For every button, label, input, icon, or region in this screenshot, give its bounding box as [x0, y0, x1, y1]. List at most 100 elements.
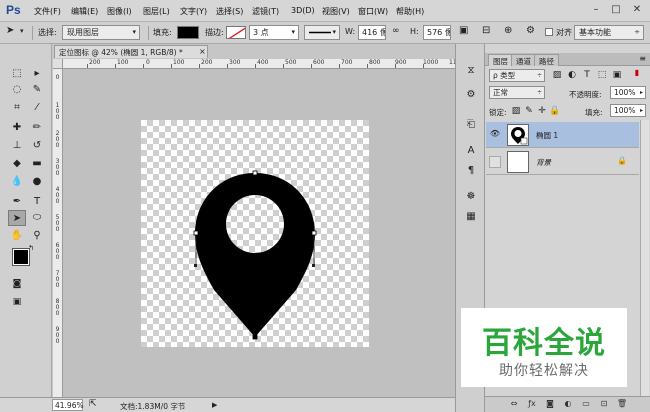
move-tool-icon[interactable]: ▸	[28, 66, 46, 82]
stroke-width-field[interactable]: 3 点 ▾	[249, 25, 299, 40]
close-tab-icon[interactable]: ×	[199, 47, 206, 56]
tab-paths[interactable]: 路径	[534, 54, 559, 66]
pen-tool-icon[interactable]: ✒	[8, 194, 26, 210]
eraser-tool-icon[interactable]: ◆	[8, 156, 26, 172]
marquee-tool-icon[interactable]: ⬚	[8, 66, 26, 82]
canvas-workspace[interactable]	[63, 69, 455, 397]
minimize-icon[interactable]: –	[586, 3, 606, 17]
filter-smart-object-icon[interactable]: ▣	[611, 70, 623, 80]
layer-name[interactable]: 背景	[536, 157, 551, 168]
fill-swatch[interactable]	[177, 26, 199, 39]
lock-all-icon[interactable]: 🔒	[549, 106, 561, 116]
layer-thumbnail[interactable]	[507, 151, 529, 173]
lock-position-icon[interactable]: ✛	[536, 106, 548, 116]
character-panel-icon[interactable]: A	[463, 144, 479, 158]
menu-window[interactable]: 窗口(W)	[358, 6, 388, 17]
filter-type-icon[interactable]: T	[581, 70, 593, 80]
layer-row-ellipse[interactable]: 👁 椭圆 1	[486, 122, 639, 148]
filter-shape-icon[interactable]: ⬚	[596, 70, 608, 80]
layer-style-icon[interactable]: ƒx	[525, 399, 539, 408]
tab-channels[interactable]: 通道	[511, 54, 536, 66]
tab-layers[interactable]: 图层	[488, 54, 513, 66]
menu-edit[interactable]: 编辑(E)	[71, 6, 98, 17]
filter-kind-dropdown[interactable]: ρ 类型 ÷	[489, 69, 545, 82]
clone-source-panel-icon[interactable]: ⎗	[463, 118, 479, 132]
brush-tool-icon[interactable]: ✏	[28, 120, 46, 136]
document-tab[interactable]: 定位图标 @ 42% (椭圆 1, RGB/8) *	[54, 45, 208, 58]
screen-mode-icon[interactable]: ▣	[8, 294, 26, 310]
menu-layer[interactable]: 图层(L)	[143, 6, 170, 17]
menu-image[interactable]: 图像(I)	[107, 6, 132, 17]
chevron-down-icon[interactable]: ▾	[20, 27, 24, 35]
path-align-icon[interactable]: ⊟	[482, 25, 490, 36]
quick-mask-icon[interactable]: ◙	[8, 276, 26, 292]
fill-field[interactable]: 100% ▸	[610, 104, 646, 117]
foreground-color-swatch[interactable]	[12, 248, 30, 266]
crop-tool-icon[interactable]: ⌗	[8, 100, 26, 116]
close-icon[interactable]: ✕	[627, 3, 647, 17]
menu-view[interactable]: 视图(V)	[322, 6, 350, 17]
settings-icon[interactable]: ⚙	[526, 25, 535, 36]
layer-name[interactable]: 椭圆 1	[536, 130, 558, 141]
ruler-corner[interactable]	[53, 59, 63, 69]
delete-layer-icon[interactable]: 🗑	[615, 399, 629, 408]
lasso-tool-icon[interactable]: ◌	[8, 82, 26, 98]
swatches-panel-icon[interactable]: ▦	[463, 210, 479, 224]
stroke-type-dropdown[interactable]: ▾	[304, 25, 340, 40]
gradient-tool-icon[interactable]: ▬	[28, 156, 46, 172]
horizontal-ruler[interactable]: 200 100 0 100 200 300 400 500 600 700 80…	[63, 59, 455, 69]
opacity-field[interactable]: 100% ▸	[610, 86, 646, 99]
history-panel-icon[interactable]: ⧖	[463, 64, 479, 78]
new-group-icon[interactable]: ▭	[579, 399, 593, 408]
blend-mode-dropdown[interactable]: 正常 ÷	[489, 86, 545, 99]
link-icon[interactable]: ∞	[392, 26, 400, 36]
quick-select-tool-icon[interactable]: ✎	[28, 82, 46, 98]
blur-tool-icon[interactable]: 💧	[8, 174, 26, 190]
align-edges-checkbox[interactable]	[545, 28, 553, 36]
lock-image-icon[interactable]: ✎	[523, 106, 535, 116]
stroke-swatch[interactable]	[226, 26, 246, 39]
document-info[interactable]: 文档:1.83M/0 字节	[120, 401, 185, 412]
visibility-toggle[interactable]	[489, 156, 501, 168]
lock-transparent-icon[interactable]: ▨	[510, 106, 522, 116]
paragraph-panel-icon[interactable]: ¶	[463, 164, 479, 178]
zoom-field[interactable]: 41.96%	[52, 399, 84, 411]
adjustment-layer-icon[interactable]: ◐	[561, 399, 575, 408]
width-field[interactable]: 416 像	[358, 25, 386, 40]
menu-help[interactable]: 帮助(H)	[396, 6, 424, 17]
menu-filter[interactable]: 滤镜(T)	[252, 6, 279, 17]
filter-pixel-icon[interactable]: ▨	[551, 70, 563, 80]
status-menu-arrow-icon[interactable]: ▶	[212, 401, 217, 409]
workspace-dropdown[interactable]: 基本功能 ÷	[574, 25, 644, 40]
path-select-tool-icon[interactable]: ➤	[8, 210, 26, 226]
path-ops-icon[interactable]: ▣	[459, 25, 468, 36]
menu-type[interactable]: 文字(Y)	[180, 6, 207, 17]
menu-file[interactable]: 文件(F)	[34, 6, 61, 17]
height-field[interactable]: 576 像	[423, 25, 451, 40]
type-tool-icon[interactable]: T	[28, 194, 46, 210]
dodge-tool-icon[interactable]: ●	[28, 174, 46, 190]
menu-select[interactable]: 选择(S)	[216, 6, 243, 17]
layer-row-background[interactable]: 背景 🔒	[486, 149, 639, 175]
panel-scrollbar[interactable]	[640, 120, 649, 396]
eyedropper-tool-icon[interactable]: ⁄	[28, 100, 46, 116]
panel-menu-icon[interactable]: ≡	[639, 54, 646, 63]
filter-adjustment-icon[interactable]: ◐	[566, 70, 578, 80]
layer-thumbnail[interactable]	[507, 124, 529, 146]
add-mask-icon[interactable]: ◙	[543, 399, 557, 408]
select-dropdown[interactable]: 现用图层 ▾	[62, 25, 140, 40]
healing-brush-tool-icon[interactable]: ✚	[8, 120, 26, 136]
clone-stamp-tool-icon[interactable]: ⊥	[8, 138, 26, 154]
visibility-eye-icon[interactable]: 👁	[489, 129, 501, 141]
path-arrange-icon[interactable]: ⊕	[504, 25, 512, 36]
history-brush-tool-icon[interactable]: ↺	[28, 138, 46, 154]
styles-panel-icon[interactable]: ☸	[463, 190, 479, 204]
link-layers-icon[interactable]: ⇔	[507, 399, 521, 408]
document-canvas[interactable]	[141, 120, 369, 347]
vertical-ruler[interactable]: 0 1 0 0 2 0 0 3 0 0 4 0 0 5 0 0 6 0 0 7 …	[53, 69, 63, 397]
export-icon[interactable]: ⇱	[89, 399, 97, 409]
new-layer-icon[interactable]: ⊡	[597, 399, 611, 408]
filter-toggle-icon[interactable]: ▮	[631, 68, 643, 77]
location-pin-shape[interactable]	[141, 120, 369, 347]
maximize-icon[interactable]: □	[606, 3, 626, 17]
